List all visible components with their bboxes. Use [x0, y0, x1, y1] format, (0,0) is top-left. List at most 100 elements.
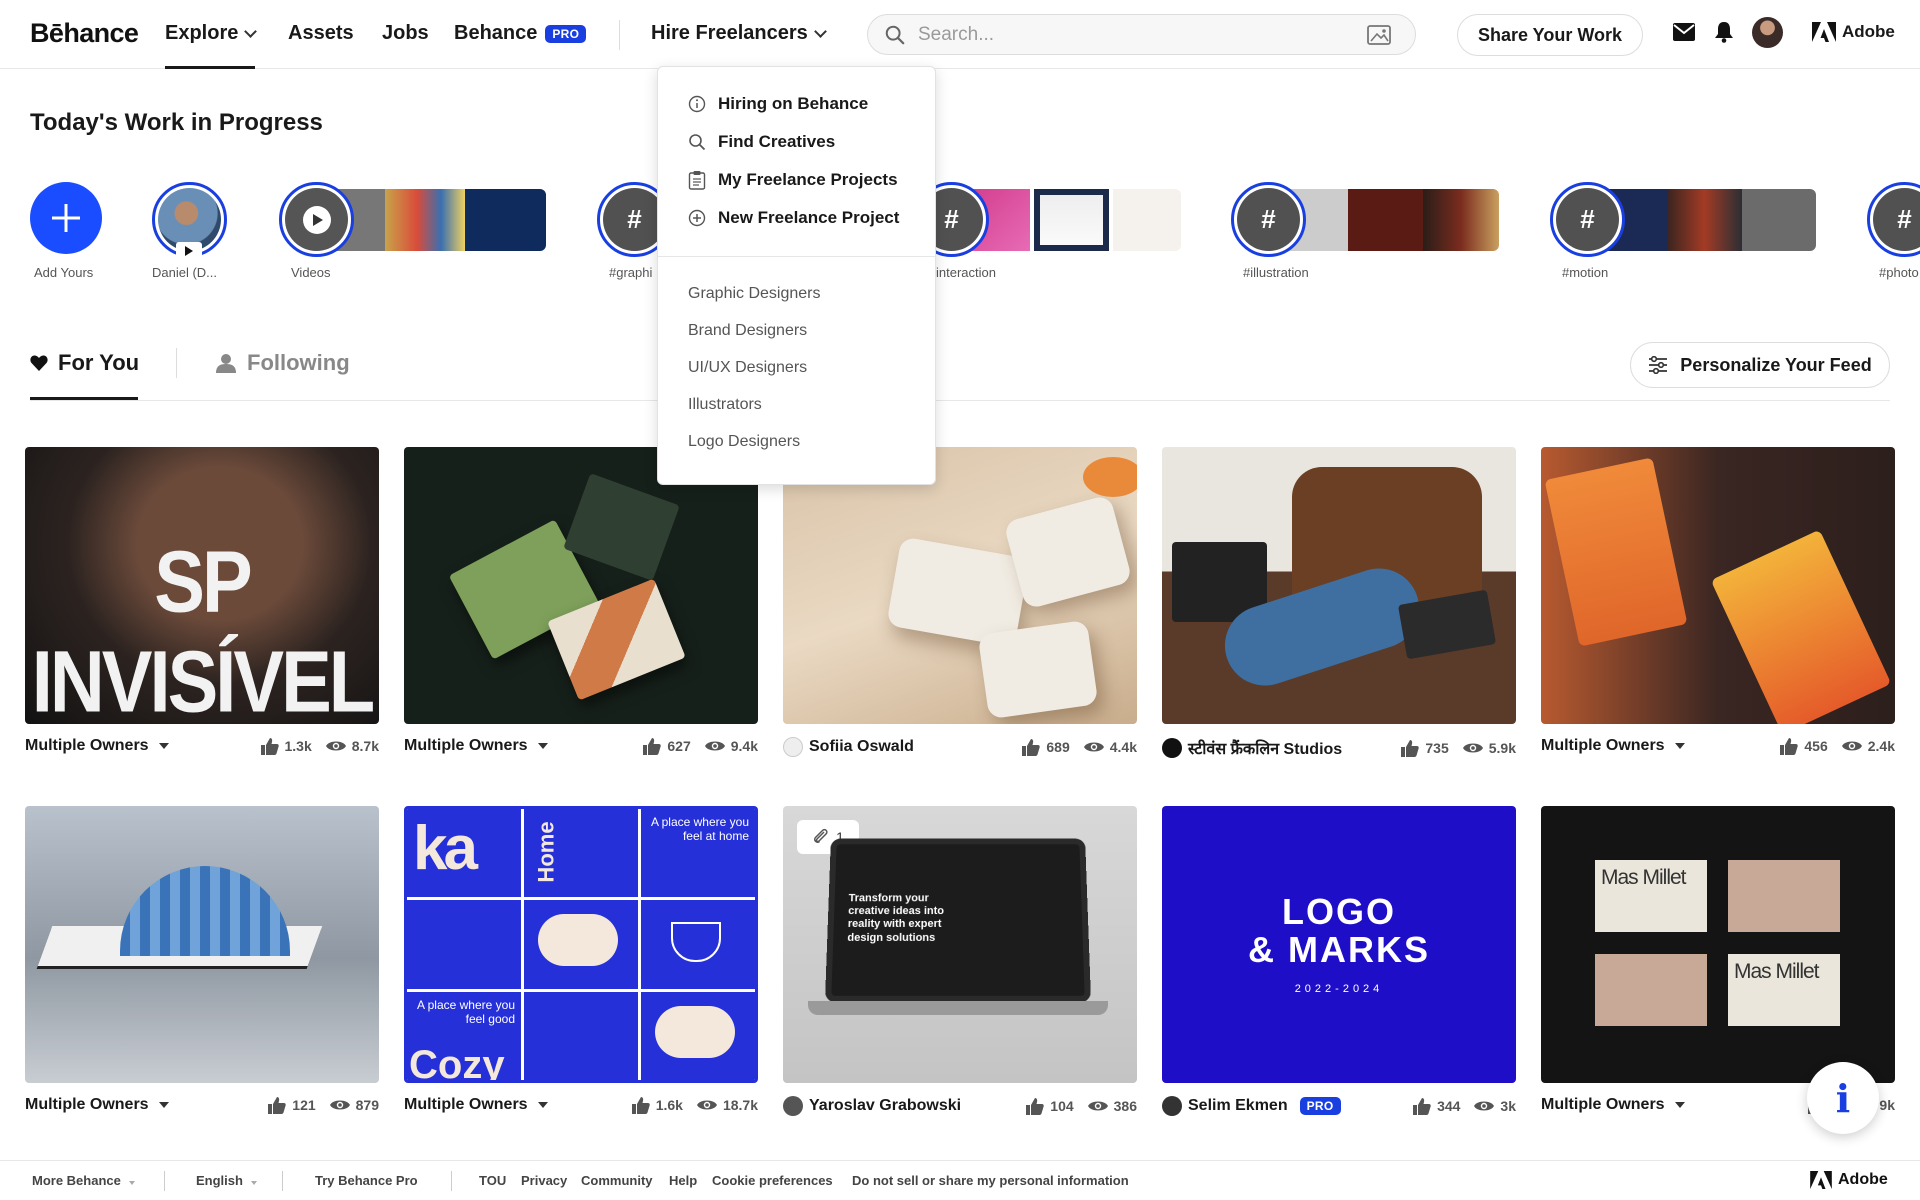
hashtag-icon: # [1237, 188, 1300, 251]
footer-language[interactable]: English [196, 1173, 257, 1188]
art-cell [641, 991, 755, 1080]
card-stats: 344 3k [1413, 1097, 1516, 1115]
clipboard-icon [688, 171, 706, 190]
project-thumbnail[interactable] [1541, 447, 1895, 724]
story-photo[interactable]: # [1867, 182, 1920, 257]
menu-category-brand-designers[interactable]: Brand Designers [688, 322, 807, 340]
image-search-icon[interactable] [1366, 24, 1392, 46]
user-avatar[interactable] [1752, 17, 1783, 48]
menu-item-hiring-on-behance[interactable]: Hiring on Behance [688, 94, 868, 114]
owner-avatar [783, 737, 803, 757]
project-card[interactable]: स्टीवंस फ्रैंकलिन Studios 735 5.9k [1162, 447, 1516, 758]
menu-category-graphic-designers[interactable]: Graphic Designers [688, 285, 821, 303]
eye-icon [1474, 1101, 1495, 1111]
project-card[interactable]: SP INVISÍVEL Multiple Owners 1.3k 8.7k [25, 447, 379, 755]
project-card[interactable]: LOGO & MARKS 2022-2024 Selim Ekmen PRO 34… [1162, 806, 1516, 1116]
thumbs-up-icon [1413, 1097, 1431, 1115]
bell-icon[interactable] [1714, 21, 1734, 43]
play-icon [285, 188, 348, 251]
menu-item-find-creatives[interactable]: Find Creatives [688, 132, 835, 152]
card-owner[interactable]: Yaroslav Grabowski [783, 1096, 961, 1116]
footer-link-tou[interactable]: TOU [479, 1173, 506, 1188]
art-cell [524, 900, 638, 989]
art-cell [641, 900, 755, 989]
search-icon [885, 25, 905, 44]
project-thumbnail[interactable]: ka Home A place where you feel at home A… [404, 806, 758, 1083]
art-bizcard-text: Mas Millet [1601, 866, 1687, 889]
project-thumbnail[interactable] [404, 447, 758, 724]
art-text-cozy: Cozy [409, 1043, 505, 1083]
footer-link-community[interactable]: Community [581, 1173, 653, 1188]
adobe-logo-icon [1810, 1171, 1832, 1189]
behance-logo[interactable]: Bēhance [30, 18, 139, 49]
mail-icon[interactable] [1673, 23, 1695, 41]
project-thumbnail[interactable]: Mas Millet Mas Millet [1541, 806, 1895, 1083]
project-card[interactable]: Mas Millet Mas Millet Multiple Owners 4 … [1541, 806, 1895, 1114]
card-owner[interactable]: Multiple Owners [1541, 737, 1685, 755]
card-owner[interactable]: Multiple Owners [1541, 1096, 1685, 1114]
card-owner[interactable]: स्टीवंस फ्रैंकलिन Studios [1162, 737, 1342, 759]
art-box [563, 473, 680, 581]
nav-divider [619, 20, 620, 50]
story-ring [279, 182, 354, 257]
menu-item-my-freelance-projects[interactable]: My Freelance Projects [688, 170, 898, 190]
footer-divider [164, 1171, 165, 1191]
card-meta: Sofiia Oswald 689 4.4k [783, 737, 1137, 757]
story-motion[interactable]: # [1550, 182, 1625, 257]
project-card[interactable]: Sofiia Oswald 689 4.4k [783, 447, 1137, 757]
card-owner[interactable]: Sofiia Oswald [783, 737, 914, 757]
nav-hire-freelancers[interactable]: Hire Freelancers [651, 22, 827, 45]
project-thumbnail[interactable] [783, 447, 1137, 724]
footer-try-pro[interactable]: Try Behance Pro [315, 1173, 418, 1188]
nav-explore[interactable]: Explore [165, 22, 258, 69]
story-illustration[interactable]: # [1231, 182, 1306, 257]
menu-category-uiux-designers[interactable]: UI/UX Designers [688, 359, 807, 377]
story-strip-interaction[interactable] [960, 189, 1181, 251]
add-yours-button[interactable] [30, 182, 102, 254]
nav-behance-pro[interactable]: Behance PRO [454, 22, 587, 45]
card-owner[interactable]: Multiple Owners [25, 1096, 169, 1114]
story-videos[interactable] [279, 182, 354, 257]
footer-link-help[interactable]: Help [669, 1173, 697, 1188]
adobe-link[interactable]: Adobe [1812, 22, 1895, 42]
share-your-work-button[interactable]: Share Your Work [1457, 14, 1643, 56]
nav-jobs[interactable]: Jobs [382, 22, 429, 45]
tab-following[interactable]: Following [215, 350, 350, 376]
tab-for-you-label: For You [58, 350, 140, 375]
menu-item-new-freelance-project[interactable]: New Freelance Project [688, 208, 899, 228]
info-button[interactable]: i [1807, 1062, 1879, 1134]
project-thumbnail[interactable]: 1 Transform your creative ideas into rea… [783, 806, 1137, 1083]
project-card[interactable]: 1 Transform your creative ideas into rea… [783, 806, 1137, 1116]
menu-category-illustrators[interactable]: Illustrators [688, 396, 762, 414]
nav-assets[interactable]: Assets [288, 22, 354, 45]
menu-category-logo-designers[interactable]: Logo Designers [688, 433, 800, 451]
footer-link-privacy[interactable]: Privacy [521, 1173, 567, 1188]
project-card[interactable]: ka Home A place where you feel at home A… [404, 806, 758, 1114]
card-owner[interactable]: Multiple Owners [25, 737, 169, 755]
card-owner[interactable]: Selim Ekmen PRO [1162, 1096, 1341, 1116]
personalize-feed-button[interactable]: Personalize Your Feed [1630, 342, 1890, 388]
owner-name: स्टीवंस फ्रैंकलिन Studios [1188, 741, 1343, 758]
story-ring: # [1231, 182, 1306, 257]
caret-down-icon [1674, 1102, 1685, 1108]
project-card[interactable]: Multiple Owners 121 879 [25, 806, 379, 1114]
tab-for-you[interactable]: For You [30, 350, 139, 376]
project-thumbnail[interactable]: LOGO & MARKS 2022-2024 [1162, 806, 1516, 1083]
story-daniel[interactable] [152, 182, 227, 260]
project-thumbnail[interactable]: SP INVISÍVEL [25, 447, 379, 724]
search-input[interactable] [918, 23, 1358, 46]
card-meta: Selim Ekmen PRO 344 3k [1162, 1096, 1516, 1116]
project-card[interactable]: Multiple Owners 627 9.4k [404, 447, 758, 755]
card-stats: 121 879 [268, 1096, 379, 1114]
footer-adobe[interactable]: Adobe [1810, 1171, 1888, 1189]
card-meta: Multiple Owners 121 879 [25, 1096, 379, 1114]
project-thumbnail[interactable] [1162, 447, 1516, 724]
card-owner[interactable]: Multiple Owners [404, 1096, 548, 1114]
card-owner[interactable]: Multiple Owners [404, 737, 548, 755]
project-thumbnail[interactable] [25, 806, 379, 1083]
project-card[interactable]: Multiple Owners 456 2.4k [1541, 447, 1895, 755]
footer-link-cookies[interactable]: Cookie preferences [712, 1173, 833, 1188]
footer-more-behance[interactable]: More Behance [32, 1173, 135, 1188]
adobe-logo-icon [1812, 22, 1836, 42]
footer-link-do-not-sell[interactable]: Do not sell or share my personal informa… [852, 1173, 1129, 1188]
